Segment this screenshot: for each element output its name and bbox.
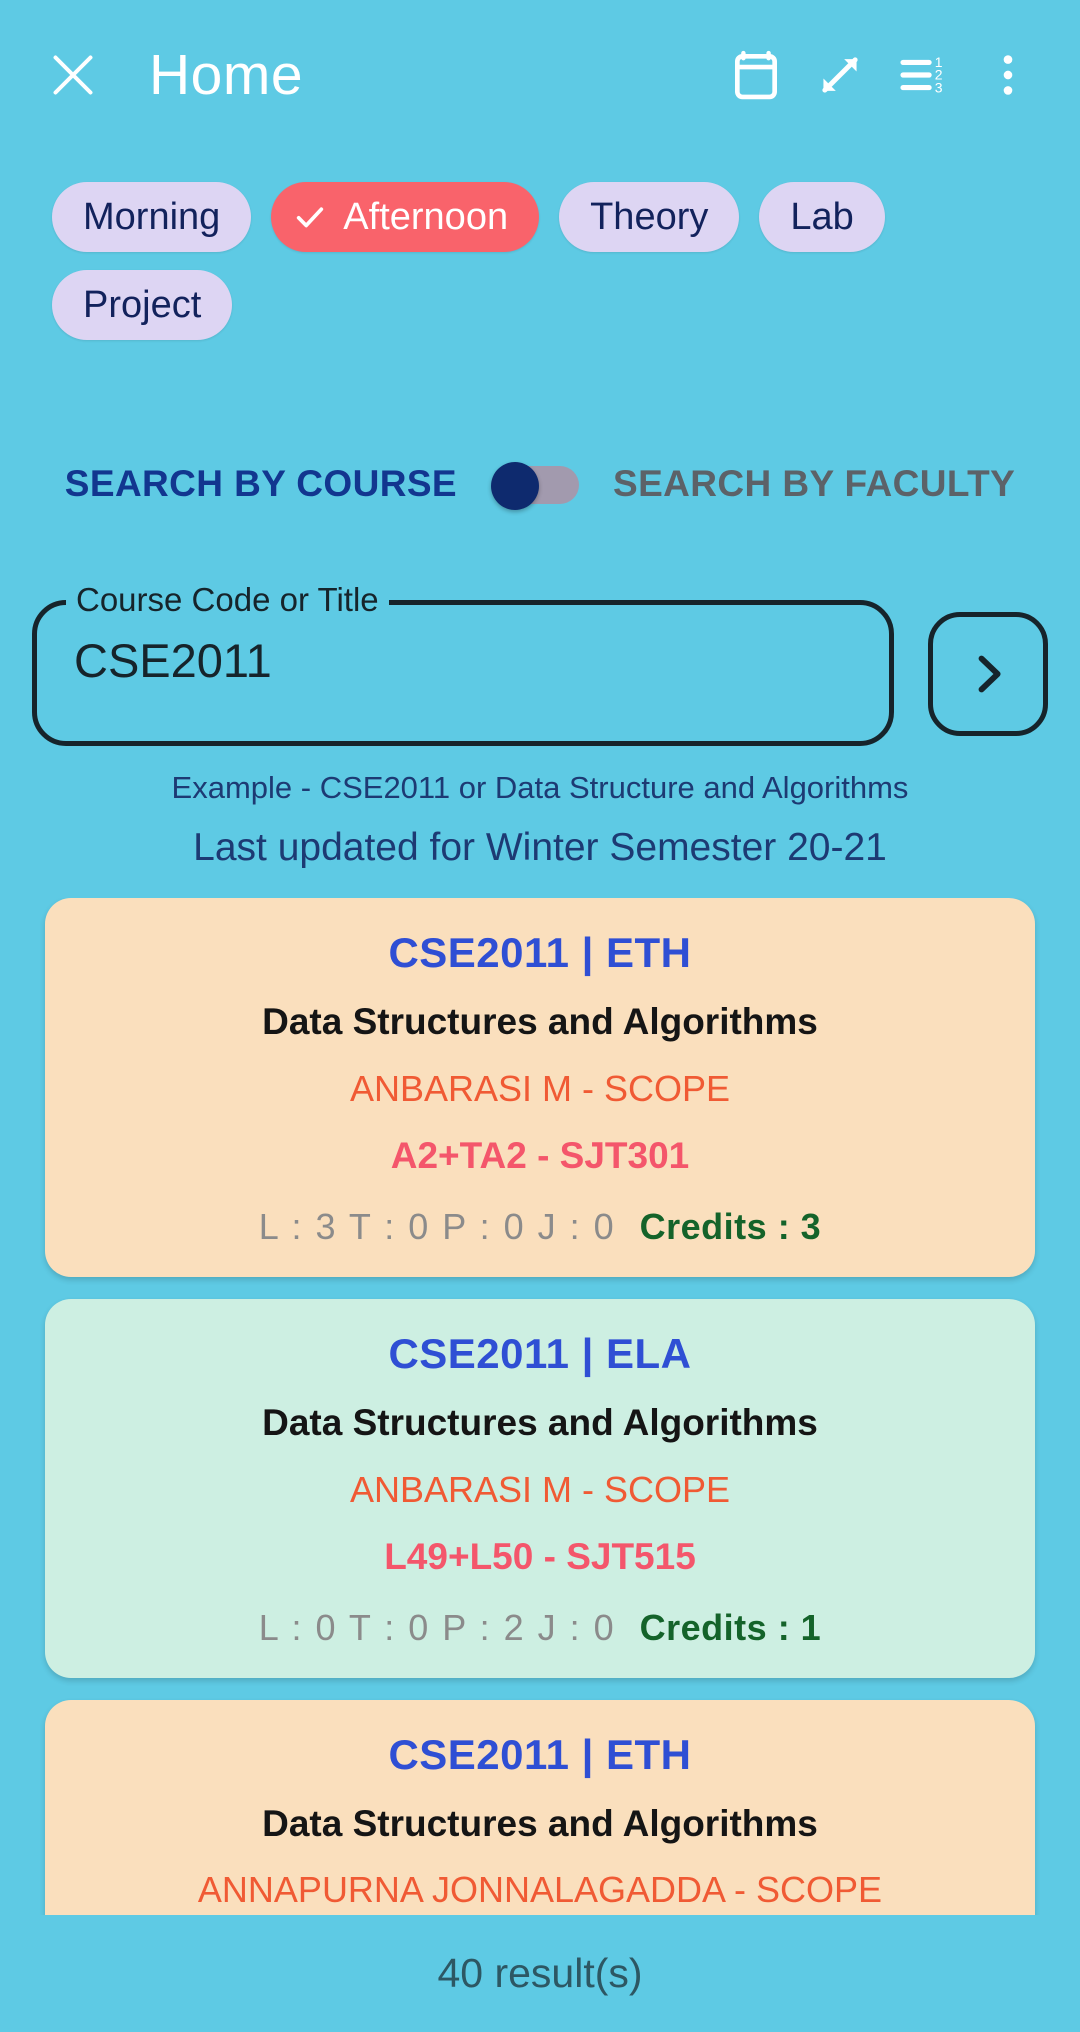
- result-card[interactable]: CSE2011 | ETH Data Structures and Algori…: [45, 1699, 1035, 1915]
- check-icon: [293, 200, 327, 234]
- calendar-icon: [735, 50, 777, 100]
- course-code: CSE2011 | ELA: [388, 1329, 692, 1377]
- last-updated-text: Last updated for Winter Semester 20-21: [193, 826, 887, 869]
- filter-chip-group: Morning Afternoon Theory Lab Project: [52, 182, 1032, 340]
- app-bar: Home 1 2 3: [0, 0, 1080, 150]
- course-meta: L : 0 T : 0 P : 2 J : 0 Credits : 1: [65, 1608, 1015, 1648]
- course-faculty: ANBARASI M - SCOPE: [349, 1067, 731, 1109]
- kebab-menu-icon: [1003, 55, 1013, 95]
- course-search-field[interactable]: Course Code or Title CSE2011: [32, 578, 894, 746]
- filter-chip-label: Afternoon: [343, 195, 509, 238]
- switch-thumb: [491, 462, 540, 510]
- page-title: Home: [149, 42, 304, 107]
- filter-chip-label: Morning: [83, 195, 221, 238]
- search-input[interactable]: CSE2011: [74, 637, 272, 684]
- field-label: Course Code or Title: [66, 578, 389, 622]
- filter-chip-lab[interactable]: Lab: [759, 182, 885, 252]
- results-list[interactable]: CSE2011 | ETH Data Structures and Algori…: [0, 898, 1080, 1915]
- close-button[interactable]: [42, 44, 104, 106]
- timetable-button[interactable]: [714, 33, 798, 117]
- svg-text:3: 3: [935, 80, 943, 96]
- expand-button[interactable]: [798, 33, 882, 117]
- search-by-faculty-label[interactable]: SEARCH BY FACULTY: [613, 463, 1015, 505]
- filter-chip-afternoon[interactable]: Afternoon: [271, 182, 540, 252]
- course-title: Data Structures and Algorithms: [262, 1001, 818, 1043]
- course-meta: L : 3 T : 0 P : 0 J : 0 Credits : 3: [65, 1207, 1015, 1247]
- course-title: Data Structures and Algorithms: [262, 1401, 818, 1443]
- course-code: CSE2011 | ETH: [388, 1730, 692, 1778]
- example-hint: Example - CSE2011 or Data Structure and …: [171, 770, 909, 805]
- course-faculty: ANBARASI M - SCOPE: [349, 1468, 731, 1510]
- expand-arrows-icon: [822, 57, 858, 93]
- search-by-course-label[interactable]: SEARCH BY COURSE: [65, 463, 457, 505]
- course-credits: Credits : 3: [639, 1206, 822, 1248]
- course-title: Data Structures and Algorithms: [262, 1802, 818, 1844]
- filter-chip-label: Project: [83, 283, 202, 326]
- app-screen: Home 1 2 3 Morning Afternoon Theory Lab …: [0, 0, 1080, 2032]
- overflow-menu-button[interactable]: [966, 33, 1050, 117]
- course-ltpj: L : 0 T : 0 P : 2 J : 0: [258, 1606, 616, 1648]
- results-footer: 40 result(s): [0, 1915, 1080, 2032]
- course-slot-venue: L49+L50 - SJT515: [384, 1536, 696, 1578]
- filter-chip-morning[interactable]: Morning: [52, 182, 252, 252]
- search-mode-toggle-row: SEARCH BY COURSE SEARCH BY FACULTY: [0, 462, 1080, 510]
- course-code: CSE2011 | ETH: [388, 929, 692, 976]
- course-faculty: ANNAPURNA JONNALAGADDA - SCOPE: [197, 1869, 883, 1911]
- course-ltpj: L : 3 T : 0 P : 0 J : 0: [258, 1206, 616, 1248]
- result-card[interactable]: CSE2011 | ETH Data Structures and Algori…: [45, 898, 1035, 1277]
- search-row: Course Code or Title CSE2011: [32, 578, 1048, 746]
- sort-button[interactable]: 1 2 3: [882, 33, 966, 117]
- course-slot-venue: A2+TA2 - SJT301: [390, 1135, 690, 1177]
- close-icon: [53, 55, 93, 95]
- result-card[interactable]: CSE2011 | ELA Data Structures and Algori…: [45, 1298, 1035, 1678]
- sort-numeric-icon: 1 2 3: [900, 54, 943, 96]
- filter-chip-theory[interactable]: Theory: [559, 182, 740, 252]
- search-submit-button[interactable]: [928, 612, 1048, 736]
- filter-chip-label: Theory: [590, 195, 709, 238]
- chevron-right-icon: [978, 655, 1001, 693]
- result-count: 40 result(s): [437, 1950, 643, 1996]
- search-mode-switch[interactable]: [491, 462, 580, 510]
- app-bar-actions: 1 2 3: [714, 33, 1050, 117]
- filter-chip-project[interactable]: Project: [52, 270, 233, 340]
- filter-chip-label: Lab: [790, 195, 854, 238]
- course-credits: Credits : 1: [639, 1606, 822, 1648]
